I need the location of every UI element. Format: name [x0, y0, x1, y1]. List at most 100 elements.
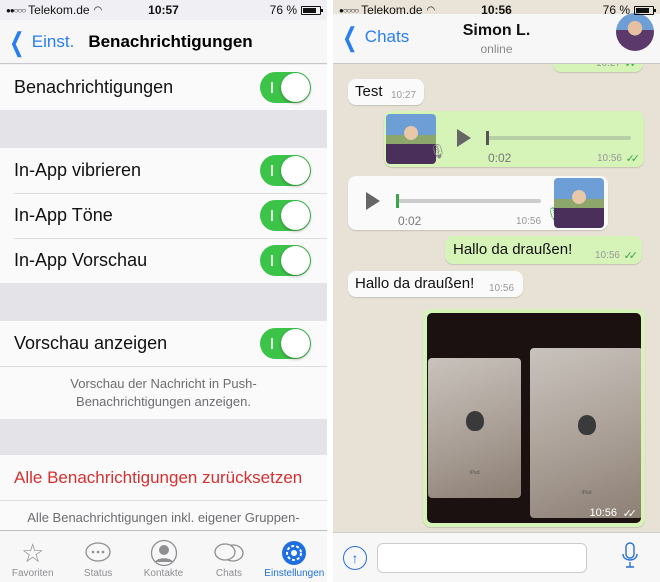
message-time: 10:56	[596, 153, 622, 164]
status-bar: ●○○○○ Telekom.de ◠ 10:56 76 %	[333, 0, 660, 20]
message-text: Test	[355, 83, 383, 100]
row-notifications: Benachrichtigungen	[0, 65, 327, 110]
row-label: In-App vibrieren	[14, 160, 142, 180]
show-preview-toggle[interactable]	[260, 328, 311, 359]
battery-percent: 76 %	[269, 3, 297, 17]
tab-contacts[interactable]: Kontakte	[131, 531, 196, 582]
row-label: In-App Vorschau	[14, 250, 148, 270]
arrow-up-icon: ↑	[351, 549, 359, 566]
signal-icon: ●○○○○	[339, 5, 359, 15]
message-list[interactable]: 10:27 ✓✓ Test 10:27 🎙 0:02 10:56 ✓✓ 0:02…	[333, 54, 660, 532]
attach-button[interactable]: ↑	[343, 545, 367, 570]
voice-message-incoming[interactable]: 0:02 10:56 🎙	[348, 176, 608, 230]
message-bubble-incoming[interactable]: Hallo da draußen! 10:56	[348, 271, 523, 297]
carrier-label: Telekom.de	[28, 3, 90, 17]
tab-label: Kontakte	[143, 568, 184, 579]
apple-logo-icon	[577, 414, 596, 435]
row-sounds: In-App Töne	[0, 193, 327, 238]
person-icon	[150, 538, 178, 568]
message-time: 10:56	[489, 283, 515, 294]
inapp-preview-toggle[interactable]	[260, 245, 311, 276]
message-time: 10:56	[594, 250, 620, 261]
message-text: Hallo da draußen!	[453, 241, 573, 258]
read-ticks-icon: ✓✓	[622, 508, 638, 520]
chevron-left-icon: ❮	[9, 26, 25, 57]
status-bar: ●●○○○ Telekom.de ◠ 10:57 76 %	[0, 0, 327, 20]
settings-screen: ●●○○○ Telekom.de ◠ 10:57 76 % ❮ Einst. Be…	[0, 0, 327, 582]
back-button[interactable]: ❮ Chats	[333, 24, 409, 50]
play-button[interactable]	[366, 192, 380, 210]
voice-progress-track[interactable]	[396, 199, 541, 203]
wifi-icon: ◠	[426, 4, 436, 16]
microphone-icon: 🎙	[429, 143, 447, 159]
row-label: Benachrichtigungen	[14, 77, 174, 97]
battery-icon	[634, 5, 656, 15]
device-engraving: iPad	[581, 490, 592, 496]
row-vibrate: In-App vibrieren	[0, 148, 327, 193]
voice-scrubber[interactable]	[396, 194, 399, 208]
section-gap	[0, 110, 327, 148]
message-time: 10:27	[391, 90, 417, 101]
sender-avatar-thumbnail	[554, 178, 604, 228]
vibrate-toggle[interactable]	[260, 155, 311, 186]
star-icon: ☆	[21, 537, 45, 568]
section-gap	[0, 419, 327, 455]
chat-screen: ●○○○○ Telekom.de ◠ 10:56 76 % ❮ Chats Sim…	[333, 0, 660, 582]
chat-bubbles-icon	[213, 538, 245, 568]
speech-bubble-dots-icon	[84, 538, 112, 568]
reset-notifications-button[interactable]: Alle Benachrichtigungen zurücksetzen	[0, 455, 327, 500]
sounds-toggle[interactable]	[260, 200, 311, 231]
apple-logo-icon	[465, 411, 484, 431]
tab-label: Chats	[215, 568, 242, 579]
voice-progress-track[interactable]	[486, 136, 631, 140]
row-label: Vorschau anzeigen	[14, 333, 168, 353]
message-bubble-outgoing[interactable]: Hallo da draußen! 10:56 ✓✓	[445, 236, 642, 264]
message-bubble-incoming[interactable]: Test 10:27	[348, 79, 424, 105]
page-title: Benachrichtigungen	[88, 31, 253, 51]
preview-footnote: Vorschau der Nachricht in Push-Benachric…	[0, 366, 327, 419]
gear-icon	[280, 538, 308, 568]
voice-duration: 0:02	[398, 214, 422, 228]
row-label: In-App Töne	[14, 205, 113, 225]
ipad-air-photo-object: iPad	[530, 348, 641, 518]
back-button[interactable]: ❮ Einst.	[0, 29, 74, 55]
signal-icon: ●●○○○	[6, 5, 26, 15]
voice-record-button[interactable]	[622, 542, 638, 573]
image-message-outgoing[interactable]: iPad iPad 10:56 ✓✓	[423, 309, 645, 527]
read-ticks-icon: ✓✓	[625, 153, 641, 165]
tab-label: Favoriten	[11, 568, 54, 579]
notifications-toggle[interactable]	[260, 72, 311, 103]
nav-bar: ❮ Einst. Benachrichtigungen	[0, 20, 327, 64]
chevron-left-icon: ❮	[342, 22, 358, 52]
message-text: Hallo da draußen!	[355, 275, 475, 292]
section-gap	[0, 283, 327, 321]
battery-percent: 76 %	[602, 3, 630, 17]
tab-label: Status	[83, 568, 113, 579]
microphone-icon	[622, 542, 638, 568]
read-ticks-icon: ✓✓	[623, 250, 639, 262]
contact-header[interactable]: Simon L. online	[463, 22, 531, 56]
carrier-label: Telekom.de	[361, 3, 423, 17]
ipad-mini-photo-object: iPad	[428, 358, 521, 498]
play-button[interactable]	[457, 129, 471, 147]
contact-name: Simon L.	[462, 21, 531, 39]
wifi-icon: ◠	[93, 4, 103, 16]
message-input[interactable]	[377, 542, 587, 573]
voice-duration: 0:02	[488, 151, 512, 165]
tab-status[interactable]: Status	[65, 531, 130, 582]
voice-scrubber[interactable]	[486, 131, 489, 145]
tab-favorites[interactable]: ☆ Favoriten	[0, 531, 65, 582]
shared-photo[interactable]: iPad iPad 10:56 ✓✓	[427, 313, 641, 523]
battery-icon	[301, 5, 323, 15]
message-composer: ↑	[333, 532, 660, 582]
message-time: 10:56	[589, 507, 617, 519]
device-engraving: iPad	[469, 470, 480, 476]
row-show-preview: Vorschau anzeigen	[0, 321, 327, 366]
back-label: Chats	[364, 27, 410, 46]
tab-settings[interactable]: Einstellungen	[262, 531, 327, 582]
row-inapp-preview: In-App Vorschau	[0, 238, 327, 283]
voice-message-outgoing[interactable]: 🎙 0:02 10:56 ✓✓	[384, 111, 644, 167]
tab-label: Einstellungen	[264, 568, 325, 579]
tab-bar: ☆ Favoriten Status Kontakte Chats Einstel…	[0, 530, 327, 582]
tab-chats[interactable]: Chats	[196, 531, 261, 582]
